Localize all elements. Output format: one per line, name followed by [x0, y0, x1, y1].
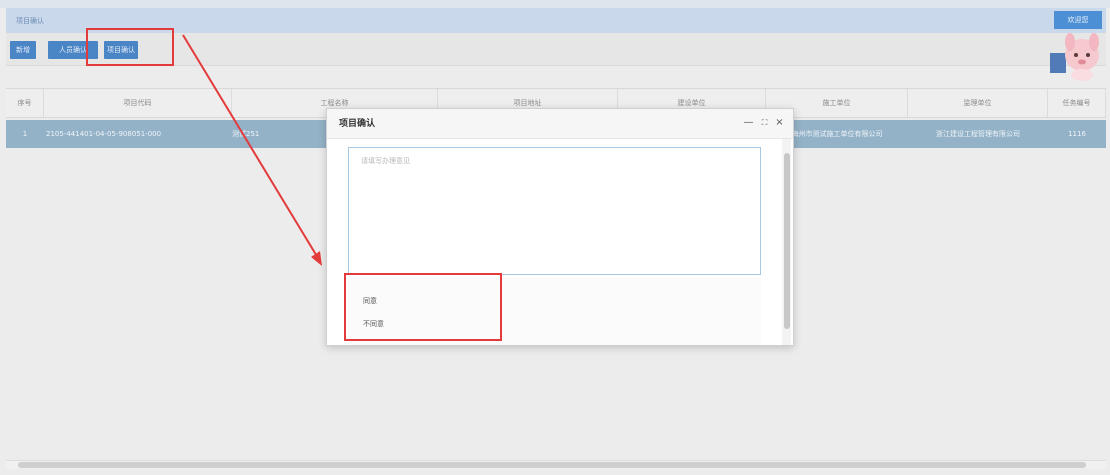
annotation-box-toolbar-button: [86, 28, 174, 66]
dialog-header[interactable]: 项目确认 — ⛶ ×: [327, 109, 793, 139]
horizontal-scrollbar[interactable]: [6, 460, 1106, 469]
user-menu-button[interactable]: 欢迎您: [1054, 11, 1102, 29]
dialog-scrollbar[interactable]: [782, 139, 791, 345]
row-task-no: 1116: [1068, 130, 1086, 138]
header-task-no[interactable]: 任务编号: [1048, 89, 1106, 117]
top-band: [0, 0, 1110, 8]
dialog-title: 项目确认: [339, 119, 376, 129]
maximize-icon[interactable]: ⛶: [759, 117, 770, 129]
close-icon[interactable]: ×: [774, 117, 785, 129]
row-supervisor: 浙江建设工程管理有限公司: [936, 130, 1020, 138]
horizontal-scroll-thumb[interactable]: [18, 462, 1086, 468]
header-supervisor[interactable]: 监理单位: [908, 89, 1048, 117]
mascot-icon: [1050, 33, 1099, 81]
add-button[interactable]: 新增: [10, 41, 36, 59]
minimize-icon[interactable]: —: [743, 117, 754, 129]
row-name: 测试251: [232, 130, 260, 138]
opinion-placeholder: 请填写办理意见: [361, 157, 410, 165]
dialog-scroll-thumb[interactable]: [784, 153, 790, 329]
header-index[interactable]: 序号: [6, 89, 44, 117]
row-index: 1: [22, 130, 28, 138]
tab-project-confirm[interactable]: 项目确认: [12, 15, 48, 27]
header-code[interactable]: 项目代码: [44, 89, 232, 117]
opinion-textarea[interactable]: 请填写办理意见: [348, 147, 761, 275]
annotation-box-options: [344, 273, 502, 341]
row-code: 2105-441401-04-05-908051-000: [46, 130, 162, 138]
